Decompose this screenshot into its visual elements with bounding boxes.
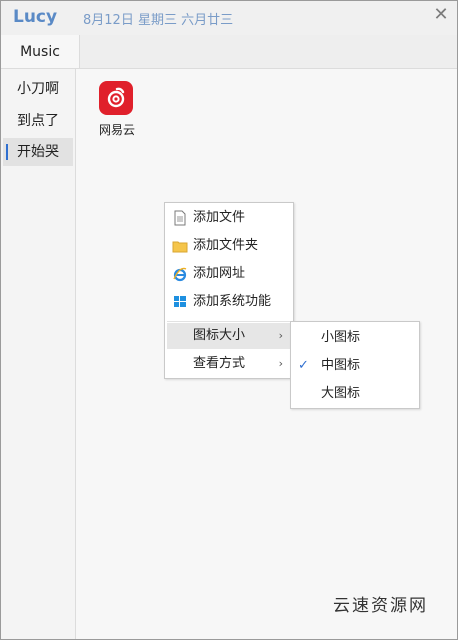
chevron-right-icon: › [278,329,283,342]
menu-add-file-label: 添加文件 [193,210,246,225]
menu-icon-size[interactable]: 图标大小 › [167,323,291,349]
submenu-small-icon-label: 小图标 [321,330,361,345]
app-label-netease: 网易云 [98,123,135,137]
date-display: 8月12日 星期三 六月廿三 [83,13,234,28]
menu-icon-size-label: 图标大小 [193,328,246,343]
submenu-medium-icon[interactable]: ✓ 中图标 [293,352,417,379]
watermark: 云速资源网 [333,596,428,616]
menu-view-mode[interactable]: 查看方式 › [167,351,291,377]
close-icon: ✕ [433,4,449,25]
menu-add-url-label: 添加网址 [193,266,246,281]
menu-view-mode-label: 查看方式 [193,356,246,371]
menu-add-system-function[interactable]: 添加系统功能 [167,289,291,315]
ie-browser-icon [173,267,187,282]
submenu-small-icon[interactable]: 小图标 [293,324,417,351]
submenu-medium-icon-label: 中图标 [321,358,361,373]
menu-separator [167,321,291,322]
menu-add-url[interactable]: 添加网址 [167,261,291,287]
app-title: Lucy [13,7,58,27]
sidebar-item-1[interactable]: 到点了 [3,107,73,135]
windows-icon [174,296,186,307]
menu-add-folder-label: 添加文件夹 [193,238,259,253]
menu-add-folder[interactable]: 添加文件夹 [167,233,291,259]
chevron-right-icon: › [278,357,283,370]
menu-add-system-function-label: 添加系统功能 [193,294,272,309]
tab-music[interactable]: Music [1,35,80,68]
submenu-large-icon-label: 大图标 [321,386,361,401]
context-menu: 添加文件 添加文件夹 添加网址 添加系统功能 图标大小 › 查看方式 › [164,202,294,379]
tab-bar: Music [1,35,457,69]
submenu-large-icon[interactable]: 大图标 [293,380,417,407]
title-bar: Lucy 8月12日 星期三 六月廿三 ✕ [1,1,457,35]
icon-size-submenu: 小图标 ✓ 中图标 大图标 [290,321,420,409]
file-icon [174,210,186,226]
checkmark-icon: ✓ [298,358,309,373]
sidebar-item-2[interactable]: 开始哭 [3,138,73,166]
menu-add-file[interactable]: 添加文件 [167,205,291,231]
folder-icon [172,241,188,253]
close-button[interactable]: ✕ [431,5,451,25]
sidebar: 小刀啊 到点了 开始哭 [1,69,76,639]
sidebar-item-0[interactable]: 小刀啊 [3,75,73,103]
netease-music-icon[interactable] [99,81,133,115]
